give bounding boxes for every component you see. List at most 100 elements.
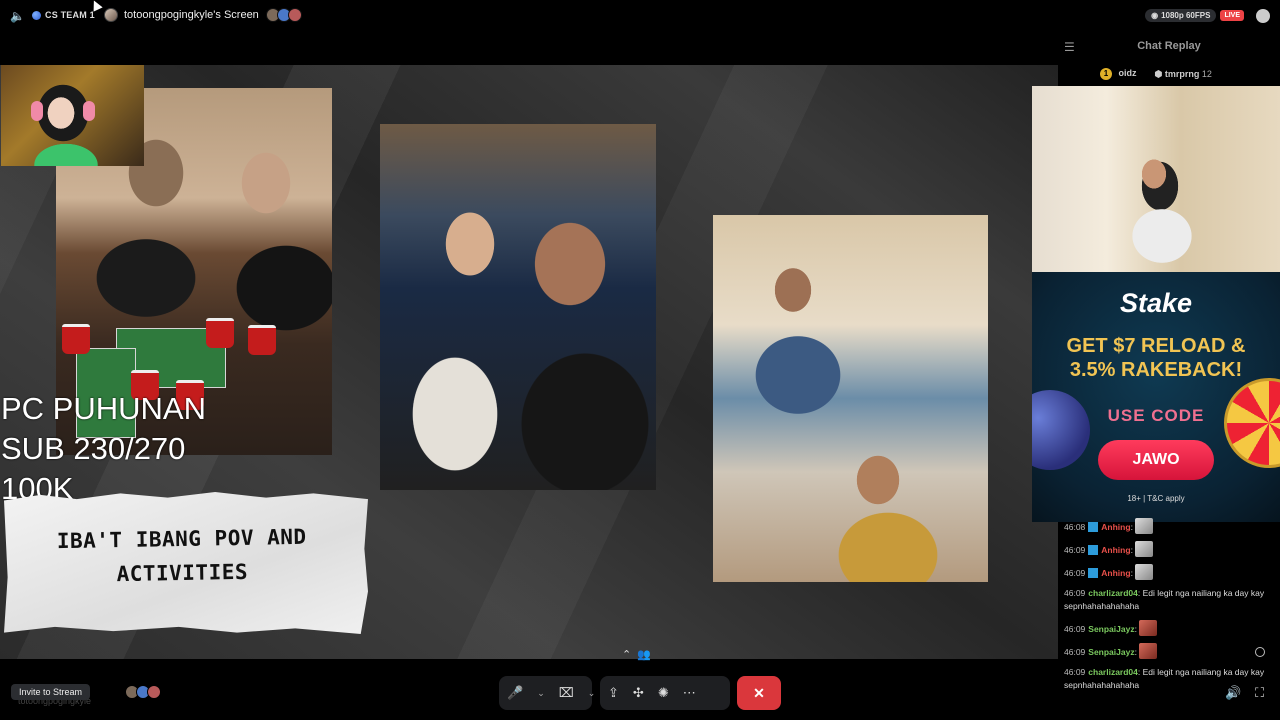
red-cup [248,325,276,355]
chat-message: 46:09 SenpaiJayz: [1064,643,1274,659]
emote-icon [1135,564,1154,580]
msg-time: 46:08 [1064,522,1086,532]
chat-message: 46:09 charlizard04: Edi legit nga nailian… [1064,667,1265,690]
msg-user[interactable]: charlizard04 [1088,588,1138,598]
emote-icon [1139,643,1158,659]
overlay-line: SUB 230/270 [1,431,186,466]
ad-headline-line: 3.5% RAKEBACK! [1069,359,1243,381]
headphone-icon [31,101,43,121]
headphone-icon [83,101,95,121]
viewer-avatars[interactable] [265,8,302,22]
end-call-button[interactable]: ✕ [737,676,781,710]
chevron-down-icon[interactable]: ⌄ [537,688,545,699]
screen-title-text: totoongpogingkyle's Screen [124,9,259,21]
top-user-count: 12 [1201,68,1212,79]
chevron-down-icon[interactable]: ⌄ [588,688,596,699]
channel-name: CS TEAM 1 [45,10,95,20]
share-screen-icon[interactable]: ⇪ [608,685,619,701]
chat-header: ☰ Chat Replay [1058,32,1280,60]
stream-title: totoongpogingkyle's Screen [104,8,302,22]
voice-channel[interactable]: CS TEAM 1 [32,10,95,20]
chevron-up-icon[interactable]: ⌃ [622,648,631,661]
shield-icon: ⬢ [1154,68,1163,79]
quality-badge: ◉ 1080p 60FPS [1145,9,1217,22]
facecam-right [1032,86,1280,272]
top-user[interactable]: 1 oidz [1100,68,1137,80]
audio-video-controls: 🎤 ⌄ ⌧ ⌄ [499,676,595,710]
expand-controls[interactable]: ⌃ 👥 [622,648,651,661]
msg-time: 46:09 [1064,624,1086,634]
msg-time: 46:09 [1064,647,1086,657]
viewer-avatars-bottom[interactable] [125,685,161,699]
ad-footer: 18+ | T&C apply [1127,494,1185,503]
emote-icon [1139,620,1158,636]
ad-use-code: USE CODE [1107,406,1205,425]
msg-user[interactable]: Anhing [1101,545,1130,555]
stream-quality: ◉ 1080p 60FPS LIVE [1145,9,1244,22]
msg-user[interactable]: SenpaiJayz [1088,624,1134,634]
ad-brand-logo: Stake [1119,288,1193,318]
chat-title: Chat Replay [1137,40,1201,52]
fullscreen-icon[interactable]: ⛶ [1255,685,1264,701]
volume-icon[interactable]: 🔊 [1225,685,1241,701]
caption-line: ACTIVITIES [116,559,249,587]
chat-message: 46:09 Anhing: [1064,541,1274,557]
badge-icon [1088,522,1099,532]
paper-caption: IBA'T IBANG POV AND ACTIVITIES [4,492,368,634]
chat-message: 46:09 SenpaiJayz: [1064,620,1274,636]
chat-messages[interactable]: 46:08 Anhing: 46:09 Anhing: 46:09 Anhing: 4… [1064,518,1274,699]
microphone-icon[interactable]: 🎤 [507,685,523,701]
people-icon[interactable]: 👥 [637,648,651,661]
msg-user[interactable]: Anhing [1101,568,1130,578]
sponsor-ad: Stake GET $7 RELOAD & 3.5% RAKEBACK! USE… [1032,272,1280,522]
ad-headline: GET $7 RELOAD & 3.5% RAKEBACK! [1032,334,1280,382]
viewer-avatar [287,8,302,22]
chat-toggle-icon[interactable] [1256,9,1270,23]
msg-time: 46:09 [1064,667,1086,677]
quality-text: 1080p 60FPS [1161,11,1211,20]
badge-icon [1088,568,1099,578]
top-user-name: oidz [1118,68,1137,78]
photo-center [380,124,656,490]
ball-graphic [1032,390,1090,470]
msg-user[interactable]: Anhing [1101,522,1130,532]
ad-headline-line: GET $7 RELOAD & [1066,335,1246,357]
red-cup [62,324,90,354]
soundboard-icon[interactable]: ✺ [658,685,669,701]
stream-overlay-goals: PC PUHUNAN SUB 230/270 100K [1,389,206,509]
chat-top-supporters: 1 oidz ⬢ tmrprng 12 [1100,68,1212,80]
caption-text: IBA'T IBANG POV AND ACTIVITIES [11,519,352,593]
emote-icon [1135,518,1154,534]
msg-user[interactable]: SenpaiJayz [1088,647,1134,657]
eye-icon: ◉ [1151,11,1159,20]
streamer-avatar [104,8,118,22]
camera-off-icon[interactable]: ⌧ [559,685,574,701]
chat-message: 46:09 Anhing: [1064,564,1274,580]
speaker-icon[interactable]: 🔈 [10,9,25,23]
photo-right [713,215,988,582]
top-bar: 🔈 CS TEAM 1 totoongpogingkyle's Screen ◉… [0,0,1280,32]
top-user-name: tmrprng [1164,68,1200,79]
chat-message: 46:08 Anhing: [1064,518,1274,534]
emote-icon [1135,541,1154,557]
channel-icon [32,10,41,20]
chat-message: 46:09 charlizard04: Edi legit nga nailian… [1064,588,1265,611]
ad-code-button: JAWO [1098,440,1214,480]
overlay-line: PC PUHUNAN [1,391,206,426]
zoom-icon[interactable] [1255,647,1265,657]
badge-icon [1088,545,1099,555]
streamer-webcam [1,65,144,166]
live-badge: LIVE [1220,10,1244,21]
msg-time: 46:09 [1064,568,1086,578]
msg-user[interactable]: charlizard04 [1088,667,1138,677]
red-cup [206,318,234,348]
msg-time: 46:09 [1064,545,1086,555]
invite-to-stream-button[interactable]: Invite to Stream [11,684,91,700]
msg-time: 46:09 [1064,588,1086,598]
caption-line: IBA'T IBANG POV AND [56,524,307,554]
top-user[interactable]: ⬢ tmrprng 12 [1155,69,1212,80]
viewer-avatar [147,685,161,699]
rank-badge-icon: 1 [1100,68,1112,80]
activities-icon[interactable]: ✣ [633,685,644,701]
more-icon[interactable]: ⋯ [683,685,696,701]
